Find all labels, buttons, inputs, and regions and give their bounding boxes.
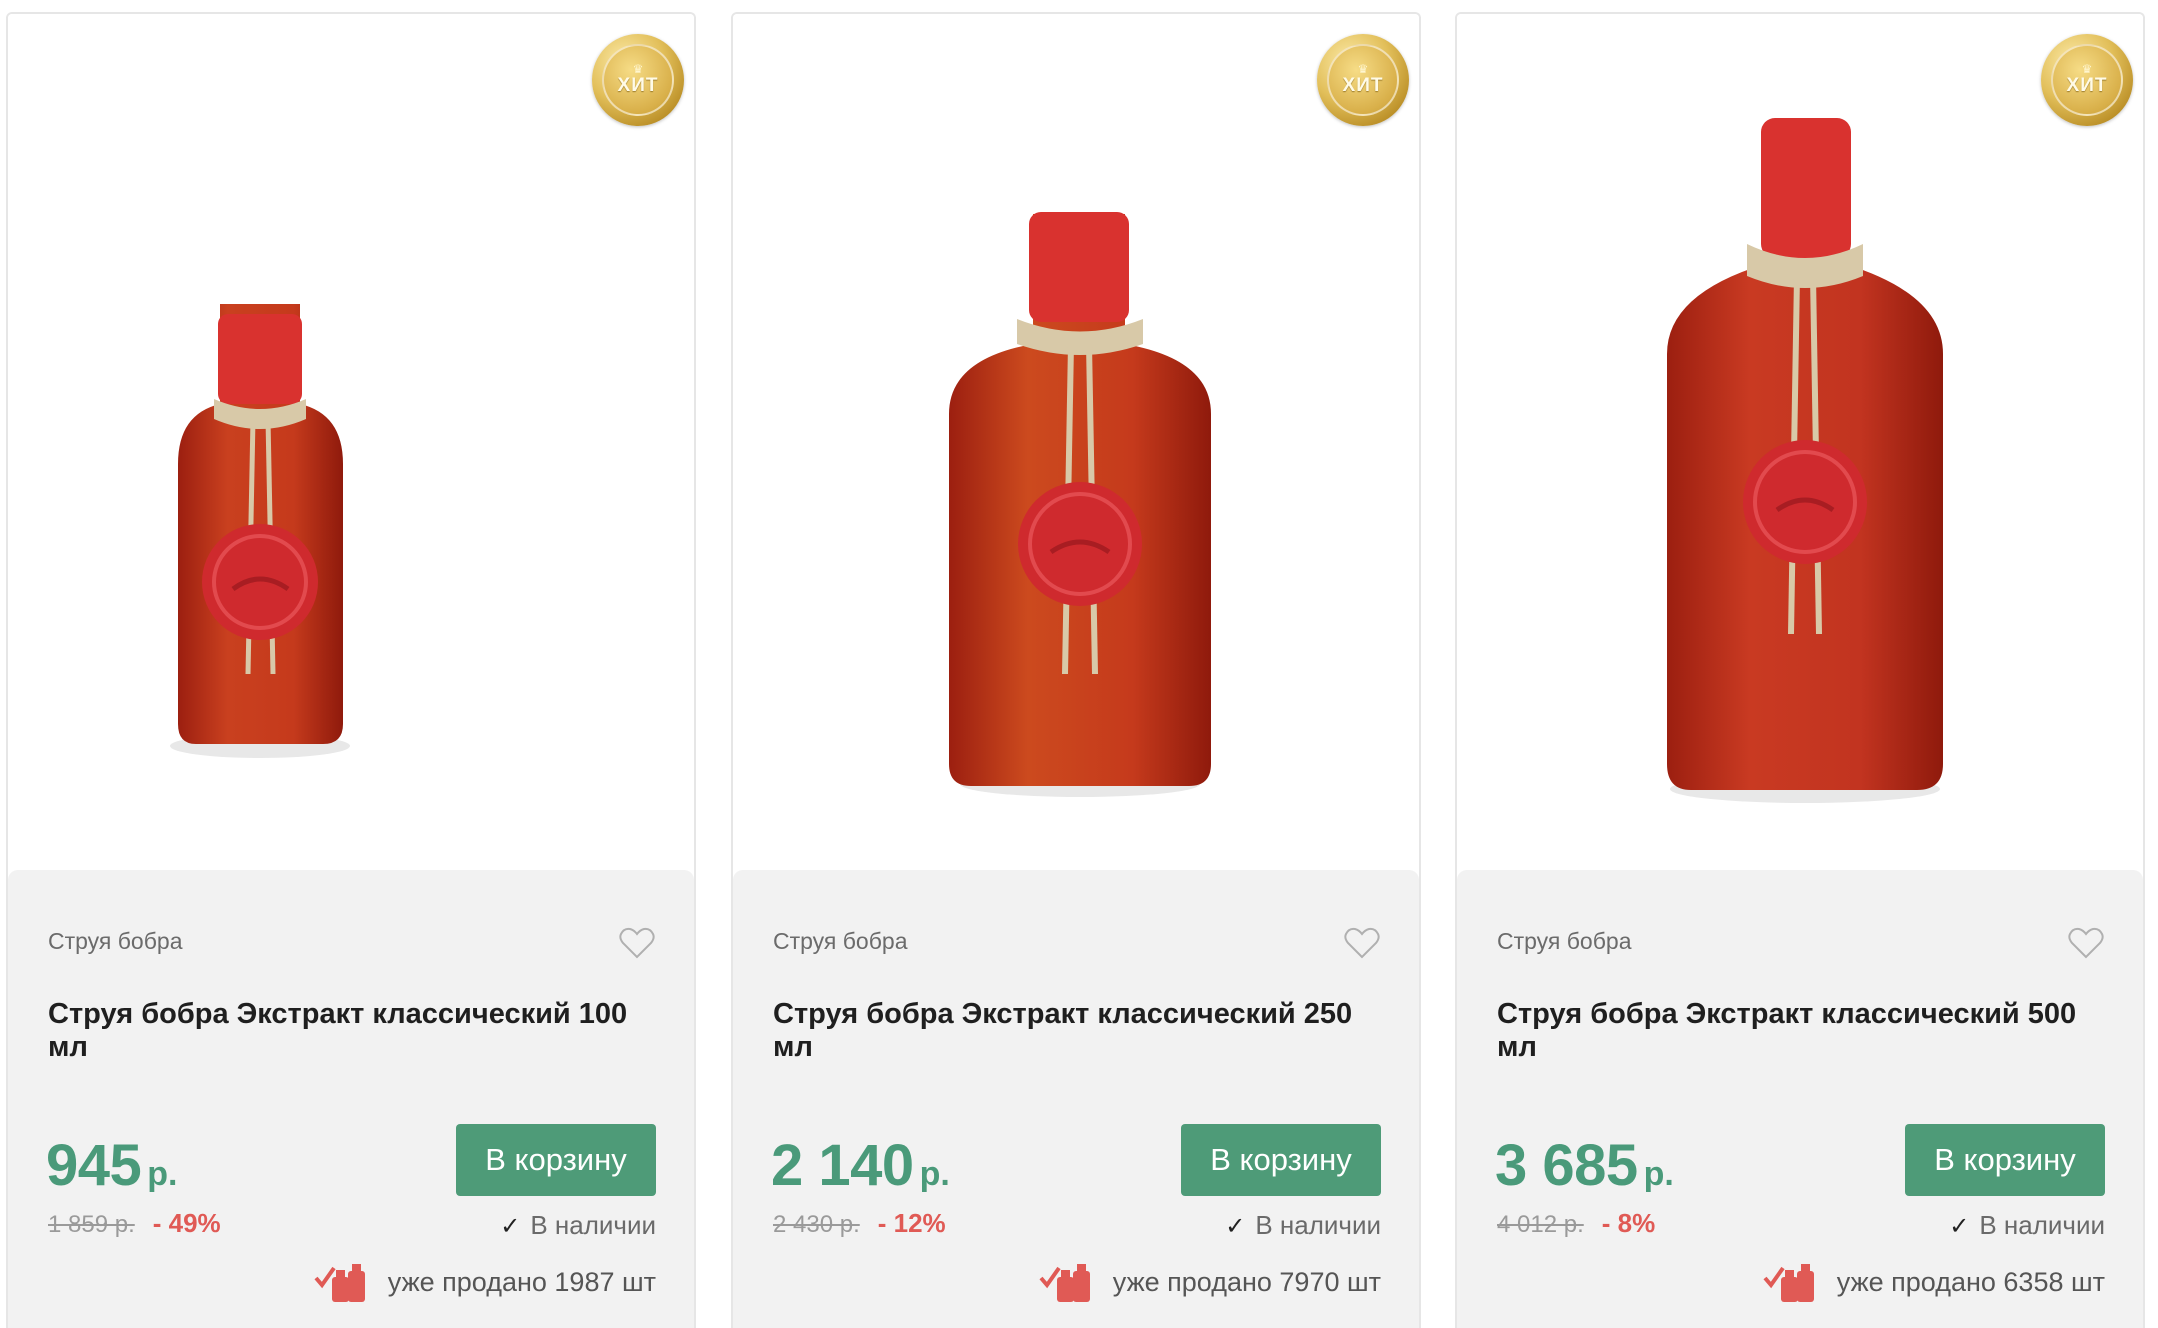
old-price: 1 859 р. (48, 1211, 135, 1238)
hit-badge: ♛ ХИТ (592, 34, 684, 126)
product-info: Струя бобра Струя бобра Экстракт классич… (8, 870, 694, 1328)
bottles-sold-icon (1763, 1264, 1814, 1302)
product-info: Струя бобра Струя бобра Экстракт классич… (1457, 870, 2143, 1328)
hit-badge-label: ХИТ (1342, 75, 1384, 96)
stock-status: ✓ В наличии (500, 1210, 656, 1241)
crown-icon: ♛ (1357, 62, 1369, 76)
old-price-row: 4 012 р. - 8% (1497, 1208, 1655, 1239)
product-card[interactable]: ♛ ХИТ Струя бобра Струя бобра Экстракт к… (731, 12, 1421, 1328)
checkmark-icon: ✓ (1949, 1213, 1970, 1240)
price-value: 3 685 (1495, 1133, 1638, 1198)
price-value: 2 140 (771, 1133, 914, 1198)
heart-icon[interactable] (2067, 926, 2105, 960)
product-category[interactable]: Струя бобра (1497, 928, 1632, 955)
sold-count: уже продано 6358 шт (1763, 1260, 2105, 1304)
sold-label: уже продано 6358 шт (1836, 1266, 2105, 1297)
bottle-image (1667, 118, 1943, 803)
product-info: Струя бобра Струя бобра Экстракт классич… (733, 870, 1419, 1328)
sold-label: уже продано 1987 шт (387, 1266, 656, 1297)
product-image[interactable]: ♛ ХИТ (1457, 14, 2143, 870)
current-price: 945 р. (46, 1132, 178, 1199)
discount-percent: - 49% (152, 1208, 221, 1238)
sold-label: уже продано 7970 шт (1112, 1266, 1381, 1297)
add-to-cart-button[interactable]: В корзину (1905, 1124, 2105, 1196)
sold-count: уже продано 7970 шт (1039, 1260, 1381, 1304)
add-to-cart-button[interactable]: В корзину (456, 1124, 656, 1196)
product-category[interactable]: Струя бобра (773, 928, 908, 955)
checkmark-icon: ✓ (1225, 1213, 1246, 1240)
crown-icon: ♛ (2081, 62, 2093, 76)
heart-icon[interactable] (1343, 926, 1381, 960)
hit-badge-label: ХИТ (617, 75, 659, 96)
stock-status: ✓ В наличии (1225, 1210, 1381, 1241)
heart-icon[interactable] (618, 926, 656, 960)
current-price: 3 685 р. (1495, 1132, 1674, 1199)
bottles-sold-icon (314, 1264, 365, 1302)
stock-label: В наличии (530, 1210, 656, 1240)
product-title[interactable]: Струя бобра Экстракт классический 500 мл (1497, 998, 2117, 1064)
stock-label: В наличии (1255, 1210, 1381, 1240)
crown-icon: ♛ (632, 62, 644, 76)
hit-badge: ♛ ХИТ (2041, 34, 2133, 126)
discount-percent: - 8% (1601, 1208, 1656, 1238)
bottle-image (949, 212, 1211, 797)
price-value: 945 (46, 1133, 142, 1198)
product-title[interactable]: Струя бобра Экстракт классический 250 мл (773, 998, 1393, 1064)
price-currency: р. (919, 1155, 950, 1193)
old-price: 4 012 р. (1497, 1211, 1584, 1238)
price-currency: р. (147, 1155, 178, 1193)
discount-percent: - 12% (877, 1208, 946, 1238)
product-image[interactable]: ♛ ХИТ (733, 14, 1419, 870)
checkmark-icon: ✓ (500, 1213, 521, 1240)
bottles-sold-icon (1039, 1264, 1090, 1302)
product-grid: ♛ ХИТ Струя бобра Струя бобра Экстракт к… (0, 0, 2158, 1328)
old-price-row: 1 859 р. - 49% (48, 1208, 221, 1239)
stock-label: В наличии (1979, 1210, 2105, 1240)
bottle-image (170, 304, 350, 758)
current-price: 2 140 р. (771, 1132, 950, 1199)
add-to-cart-button[interactable]: В корзину (1181, 1124, 1381, 1196)
product-title[interactable]: Струя бобра Экстракт классический 100 мл (48, 998, 668, 1064)
stock-status: ✓ В наличии (1949, 1210, 2105, 1241)
product-card[interactable]: ♛ ХИТ Струя бобра Струя бобра Экстракт к… (6, 12, 696, 1328)
hit-badge-label: ХИТ (2066, 75, 2108, 96)
product-card[interactable]: ♛ ХИТ Струя бобра Струя бобра Экстракт к… (1455, 12, 2145, 1328)
price-currency: р. (1643, 1155, 1674, 1193)
old-price-row: 2 430 р. - 12% (773, 1208, 946, 1239)
product-category[interactable]: Струя бобра (48, 928, 183, 955)
old-price: 2 430 р. (773, 1211, 860, 1238)
hit-badge: ♛ ХИТ (1317, 34, 1409, 126)
sold-count: уже продано 1987 шт (314, 1260, 656, 1304)
product-image[interactable]: ♛ ХИТ (8, 14, 694, 870)
